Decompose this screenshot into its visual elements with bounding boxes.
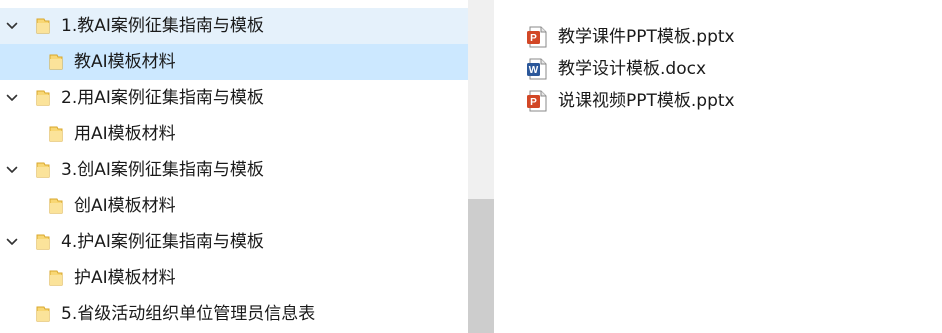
tree-row[interactable]: 用AI模板材料 bbox=[0, 116, 468, 152]
folder-tree-pane: 1.教AI案例征集指南与模板 教AI模板材料 2.用AI案例征集指南与模板 用A… bbox=[0, 0, 468, 333]
folder-icon bbox=[36, 80, 50, 116]
folder-icon bbox=[49, 116, 63, 152]
tree-row[interactable]: 教AI模板材料 bbox=[0, 44, 468, 80]
folder-icon bbox=[49, 44, 63, 80]
svg-text:P: P bbox=[530, 33, 537, 44]
svg-text:P: P bbox=[530, 97, 537, 108]
tree-row-label: 5.省级活动组织单位管理员信息表 bbox=[61, 304, 316, 324]
tree-row[interactable]: 1.教AI案例征集指南与模板 bbox=[0, 8, 468, 44]
tree-row[interactable]: 3.创AI案例征集指南与模板 bbox=[0, 152, 468, 188]
tree-row-label: 教AI模板材料 bbox=[74, 52, 176, 72]
folder-icon bbox=[36, 224, 50, 260]
scrollbar-thumb[interactable] bbox=[468, 199, 494, 333]
tree-row-label: 4.护AI案例征集指南与模板 bbox=[61, 232, 264, 252]
powerpoint-file-icon: P bbox=[526, 21, 548, 53]
tree-row-label: 3.创AI案例征集指南与模板 bbox=[61, 160, 264, 180]
tree-row-label: 护AI模板材料 bbox=[74, 268, 176, 288]
vertical-scrollbar[interactable] bbox=[468, 0, 494, 333]
folder-icon bbox=[36, 8, 50, 44]
folder-icon bbox=[36, 296, 50, 332]
chevron-down-icon[interactable] bbox=[6, 8, 20, 44]
file-name: 教学课件PPT模板.pptx bbox=[558, 27, 735, 47]
tree-row-label: 1.教AI案例征集指南与模板 bbox=[61, 16, 264, 36]
file-list-pane: P 教学课件PPT模板.pptx W 教学设计模板.docx P 说课视频PPT模板.… bbox=[494, 0, 942, 333]
word-file-icon: W bbox=[526, 53, 548, 85]
tree-row-label: 2.用AI案例征集指南与模板 bbox=[61, 88, 264, 108]
file-name: 教学设计模板.docx bbox=[558, 59, 707, 79]
folder-icon bbox=[49, 188, 63, 224]
folder-icon bbox=[36, 152, 50, 188]
file-item[interactable]: P 说课视频PPT模板.pptx bbox=[526, 85, 926, 117]
tree-row-label: 创AI模板材料 bbox=[74, 196, 176, 216]
file-item[interactable]: W 教学设计模板.docx bbox=[526, 53, 926, 85]
chevron-down-icon[interactable] bbox=[6, 80, 20, 116]
folder-icon bbox=[49, 260, 63, 296]
tree-row[interactable]: 护AI模板材料 bbox=[0, 260, 468, 296]
tree-row[interactable]: 5.省级活动组织单位管理员信息表 bbox=[0, 296, 468, 332]
file-name: 说课视频PPT模板.pptx bbox=[558, 91, 735, 111]
powerpoint-file-icon: P bbox=[526, 85, 548, 117]
tree-row[interactable]: 创AI模板材料 bbox=[0, 188, 468, 224]
tree-row-label: 用AI模板材料 bbox=[74, 124, 176, 144]
tree-row[interactable]: 4.护AI案例征集指南与模板 bbox=[0, 224, 468, 260]
chevron-down-icon[interactable] bbox=[6, 152, 20, 188]
svg-text:W: W bbox=[529, 65, 539, 76]
tree-row[interactable]: 2.用AI案例征集指南与模板 bbox=[0, 80, 468, 116]
file-item[interactable]: P 教学课件PPT模板.pptx bbox=[526, 21, 926, 53]
chevron-down-icon[interactable] bbox=[6, 224, 20, 260]
